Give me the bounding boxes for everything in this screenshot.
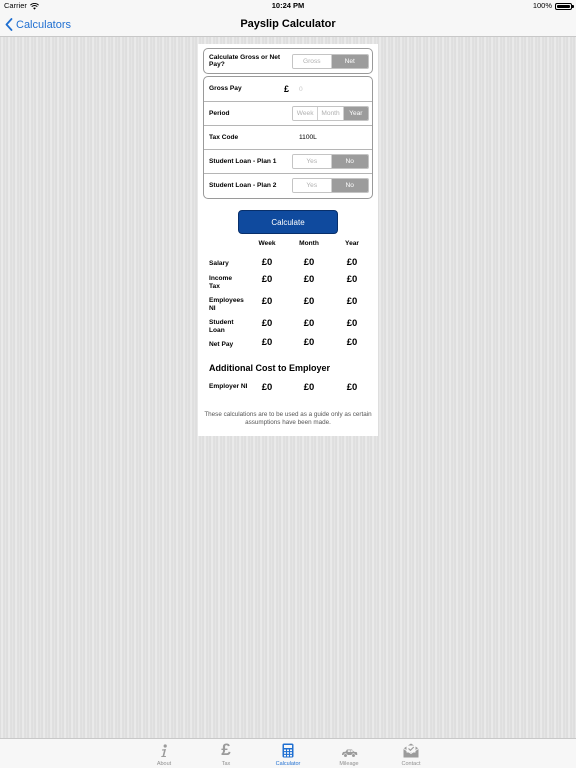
employer-ni-month-value: £0	[303, 382, 315, 393]
employees-ni-month-value: £0	[303, 296, 315, 307]
col-header-week: Week	[258, 240, 276, 247]
gross-net-row: Calculate Gross or Net Pay? Gross Net	[204, 49, 372, 73]
month-option[interactable]: Month	[317, 107, 343, 120]
envelope-icon	[403, 739, 419, 758]
period-row: Period Week Month Year	[204, 101, 372, 125]
gross-pay-input[interactable]: 0	[296, 82, 370, 97]
student-loan-plan1-row: Student Loan - Plan 1 Yes No	[204, 149, 372, 173]
car-icon	[341, 739, 358, 758]
salary-week-value: £0	[261, 257, 273, 268]
student-loan-year-value: £0	[346, 318, 358, 329]
info-icon	[159, 739, 169, 758]
income-tax-label: Income Tax	[209, 275, 233, 290]
employees-ni-year-value: £0	[346, 296, 358, 307]
tab-about[interactable]: About	[139, 739, 189, 768]
income-tax-year-value: £0	[346, 274, 358, 285]
employees-ni-week-value: £0	[261, 296, 273, 307]
gross-net-label: Calculate Gross or Net Pay?	[209, 53, 281, 69]
disclaimer-text: These calculations are to be used as a g…	[204, 411, 372, 426]
additional-cost-heading: Additional Cost to Employer	[209, 363, 331, 373]
tab-contact[interactable]: Contact	[386, 739, 436, 768]
tab-mileage[interactable]: Mileage	[324, 739, 374, 768]
plan1-segmented-control: Yes No	[292, 154, 369, 169]
student-loan-label: Student Loan	[209, 319, 234, 334]
tab-calculator[interactable]: Calculator	[263, 739, 313, 768]
net-pay-year-value: £0	[346, 337, 358, 348]
plan2-no-option[interactable]: No	[330, 179, 368, 192]
battery-percent: 100%	[532, 1, 552, 10]
navigation-bar: Calculators Payslip Calculator	[0, 12, 576, 37]
status-bar: Carrier 10:24 PM 100%	[0, 0, 576, 12]
week-option[interactable]: Week	[293, 107, 318, 120]
net-option[interactable]: Net	[330, 54, 368, 68]
calculator-icon	[282, 739, 294, 758]
student-loan-plan1-label: Student Loan - Plan 1	[209, 157, 277, 165]
gross-net-group: Calculate Gross or Net Pay? Gross Net	[203, 48, 373, 74]
gross-option[interactable]: Gross	[293, 54, 331, 68]
student-loan-week-value: £0	[261, 318, 273, 329]
col-header-month: Month	[299, 240, 319, 247]
year-option[interactable]: Year	[342, 107, 368, 120]
student-loan-plan2-row: Student Loan - Plan 2 Yes No	[204, 173, 372, 197]
plan2-segmented-control: Yes No	[292, 178, 369, 193]
calculate-button[interactable]: Calculate	[238, 210, 338, 234]
employer-ni-year-value: £0	[346, 382, 358, 393]
employer-ni-week-value: £0	[261, 382, 273, 393]
employer-ni-label: Employer NI	[209, 383, 248, 390]
tab-about-label: About	[156, 761, 172, 767]
plan1-no-option[interactable]: No	[330, 155, 368, 168]
tab-tax-label: Tax	[221, 761, 231, 767]
battery-status: 100%	[532, 0, 574, 12]
currency-symbol: £	[284, 84, 290, 94]
salary-month-value: £0	[303, 257, 315, 268]
gross-pay-label: Gross Pay	[209, 85, 242, 93]
page-title: Payslip Calculator	[240, 18, 336, 30]
pay-details-group: Gross Pay £ 0 Period Week Month Year Tax…	[203, 76, 373, 199]
income-tax-month-value: £0	[303, 274, 315, 285]
student-loan-month-value: £0	[303, 318, 315, 329]
income-tax-week-value: £0	[261, 274, 273, 285]
plan1-yes-option[interactable]: Yes	[293, 155, 331, 168]
period-segmented-control: Week Month Year	[292, 106, 369, 121]
tax-code-value: 1100L	[299, 134, 317, 141]
gross-net-segmented-control: Gross Net	[292, 53, 369, 69]
tab-calculator-label: Calculator	[275, 761, 301, 767]
student-loan-plan2-label: Student Loan - Plan 2	[209, 181, 277, 189]
gross-pay-row: Gross Pay £ 0	[204, 77, 372, 101]
tax-code-label: Tax Code	[209, 133, 239, 141]
tab-contact-label: Contact	[401, 761, 421, 767]
tab-tax[interactable]: £ Tax	[201, 739, 251, 768]
employees-ni-label: Employees NI	[209, 297, 244, 312]
tab-bar: About £ Tax Calculator Mileage Contact	[0, 738, 576, 768]
payslip-panel: Calculate Gross or Net Pay? Gross Net Gr…	[198, 44, 378, 436]
salary-year-value: £0	[346, 257, 358, 268]
col-header-year: Year	[345, 240, 359, 247]
tab-mileage-label: Mileage	[339, 761, 359, 767]
battery-icon	[555, 2, 574, 10]
gross-pay-placeholder: 0	[299, 85, 303, 93]
net-pay-week-value: £0	[261, 337, 273, 348]
plan2-yes-option[interactable]: Yes	[293, 179, 331, 192]
tax-code-row: Tax Code 1100L	[204, 125, 372, 149]
pound-icon: £	[221, 740, 231, 759]
period-label: Period	[209, 109, 230, 117]
net-pay-month-value: £0	[303, 337, 315, 348]
clock: 10:24 PM	[271, 1, 305, 10]
tax-code-input[interactable]: 1100L	[296, 130, 370, 145]
